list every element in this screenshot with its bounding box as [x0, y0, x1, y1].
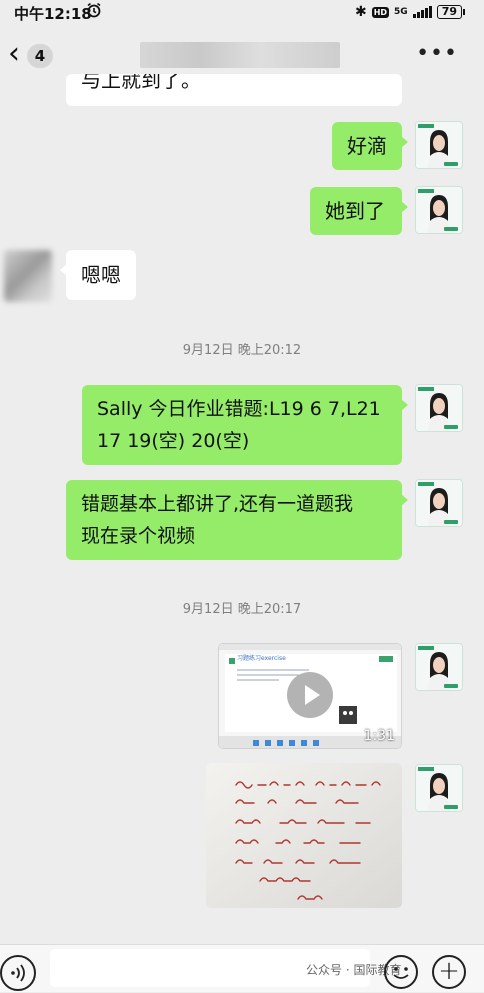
- message-bubble-sent[interactable]: 错题基本上都讲了,还有一道题我 现在录个视频: [66, 480, 408, 560]
- input-bar: 公众号 · 国际教育 +: [0, 944, 484, 992]
- bluetooth-icon: ✱: [354, 4, 367, 20]
- avatar[interactable]: [415, 121, 463, 169]
- avatar-photo: [416, 187, 462, 233]
- network-label: 5G: [394, 6, 408, 17]
- message-text-line: 错题基本上都讲了,还有一道题我: [81, 493, 354, 515]
- avatar-photo: [416, 385, 462, 431]
- avatar-photo: [416, 480, 462, 526]
- message-text-line: 17 19(空) 20(空): [97, 430, 250, 452]
- voice-wave-graphic: [11, 964, 25, 982]
- play-icon[interactable]: [287, 672, 333, 718]
- avatar-photo: [416, 122, 462, 168]
- message-text-line: Sally 今日作业错题:L19 6 7,L21: [97, 398, 381, 420]
- avatar[interactable]: [415, 764, 463, 812]
- video-heading: 习题练习exercise: [237, 655, 286, 662]
- voice-icon[interactable]: [0, 955, 36, 991]
- avatar[interactable]: [415, 384, 463, 432]
- avatar[interactable]: [415, 643, 463, 691]
- message-bubble-received[interactable]: 嗯嗯: [60, 250, 136, 300]
- message-bubble-sent[interactable]: 她到了: [310, 187, 408, 235]
- message-text: 她到了: [325, 199, 385, 223]
- handwritten-math-photo: [206, 763, 402, 908]
- battery-icon: 79: [436, 5, 466, 19]
- message-list[interactable]: 与上就到了。 好滴 她到了 嗯嗯 9月12日 晚上20:12 Sally 今日作…: [0, 74, 484, 944]
- message-bubble-received[interactable]: 与上就到了。: [66, 74, 402, 106]
- video-message[interactable]: 习题练习exercise 1:31: [218, 643, 402, 749]
- status-time: 中午12:18: [14, 5, 92, 23]
- hd-icon: HD: [371, 6, 390, 18]
- status-icons: ✱ HD 5G 79: [354, 4, 466, 20]
- status-bar: 中午12:18 ✱ HD 5G 79: [0, 0, 484, 26]
- signal-icon: [412, 6, 432, 18]
- cartoon-decoration: [339, 706, 357, 724]
- plus-icon[interactable]: +: [432, 955, 466, 989]
- unread-badge[interactable]: 4: [27, 44, 53, 68]
- timestamp: 9月12日 晚上20:17: [182, 602, 302, 617]
- chat-title-blurred: [140, 42, 340, 68]
- message-bubble-sent[interactable]: Sally 今日作业错题:L19 6 7,L21 17 19(空) 20(空): [82, 385, 408, 465]
- message-text-line: 现在录个视频: [81, 525, 196, 547]
- avatar[interactable]: [415, 186, 463, 234]
- video-duration: 1:31: [363, 728, 395, 744]
- avatar-blurred[interactable]: [4, 250, 52, 302]
- alarm-icon: [87, 2, 101, 18]
- avatar[interactable]: [415, 479, 463, 527]
- avatar-photo: [416, 644, 462, 690]
- image-message[interactable]: [206, 763, 402, 908]
- message-text: 好滴: [347, 134, 387, 158]
- emoji-icon[interactable]: [384, 955, 418, 989]
- more-icon[interactable]: •••: [416, 43, 458, 65]
- message-text: 嗯嗯: [81, 263, 121, 287]
- message-text: 与上就到了。: [81, 74, 201, 92]
- message-bubble-sent[interactable]: 好滴: [332, 122, 408, 170]
- back-chevron-icon[interactable]: ‹: [8, 39, 20, 69]
- timestamp: 9月12日 晚上20:12: [182, 343, 302, 358]
- avatar-photo: [416, 765, 462, 811]
- smile-graphic: [393, 967, 409, 979]
